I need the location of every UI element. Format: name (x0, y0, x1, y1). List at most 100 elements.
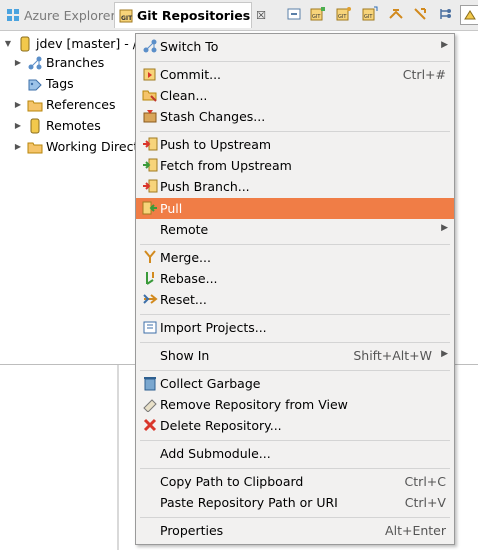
menu-shortcut: Ctrl+C (404, 474, 446, 489)
merge-icon (142, 249, 158, 265)
tree-item-label: References (46, 97, 116, 112)
menu-item-delete-repository[interactable]: Delete Repository... (136, 415, 454, 436)
repository-icon (17, 36, 33, 52)
menu-item-show-in[interactable]: Show In Shift+Alt+W ▶ (136, 345, 454, 366)
chevron-right-icon[interactable]: ▶ (13, 58, 23, 67)
link-with-editor-icon[interactable] (412, 6, 428, 22)
menu-shortcut: Shift+Alt+W (353, 348, 432, 363)
chevron-down-icon[interactable]: ▼ (3, 39, 13, 48)
menu-separator (140, 370, 450, 371)
view-menu-icon[interactable] (460, 5, 478, 25)
branches-icon (27, 55, 43, 71)
tree-item-label: Remotes (46, 118, 101, 133)
menu-item-label: Remote (160, 222, 209, 237)
folder-icon (27, 97, 43, 113)
menu-separator (140, 468, 450, 469)
svg-text:GIT: GIT (312, 14, 321, 20)
menu-item-label: Copy Path to Clipboard (160, 474, 304, 489)
commit-icon (142, 66, 158, 82)
remove-repository-icon (142, 396, 158, 412)
menu-item-rebase[interactable]: Rebase... (136, 268, 454, 289)
tab-git-repositories[interactable]: GIT Git Repositories ☒ (114, 2, 266, 28)
menu-item-merge[interactable]: Merge... (136, 247, 454, 268)
menu-separator (140, 440, 450, 441)
tree-item-label: Working Directo (46, 139, 147, 154)
push-upstream-icon (142, 136, 158, 152)
tree-item-label: Tags (46, 76, 74, 91)
menu-item-label: Clean... (160, 88, 208, 103)
menu-shortcut: Ctrl+# (402, 67, 446, 82)
menu-item-commit[interactable]: Commit... Ctrl+# (136, 64, 454, 85)
menu-separator (140, 342, 450, 343)
menu-item-label: Switch To (160, 39, 219, 54)
menu-item-switch-to[interactable]: Switch To ▶ (136, 36, 454, 57)
submenu-arrow-icon: ▶ (441, 349, 448, 359)
tree-item-working-directory[interactable]: ▶ Working Directo (13, 136, 146, 157)
rebase-icon (142, 270, 158, 286)
menu-item-collect-garbage[interactable]: Collect Garbage (136, 373, 454, 394)
menu-item-label: Pull (160, 201, 183, 216)
close-icon[interactable]: ☒ (256, 9, 266, 22)
menu-item-push-to-upstream[interactable]: Push to Upstream (136, 134, 454, 155)
chevron-right-icon[interactable]: ▶ (13, 100, 23, 109)
tab-azure-explorer[interactable]: Azure Explorer (2, 2, 116, 28)
chevron-right-icon[interactable]: ▶ (13, 142, 23, 151)
delete-icon (142, 417, 158, 433)
menu-item-copy-path[interactable]: Copy Path to Clipboard Ctrl+C (136, 471, 454, 492)
tree-item-remotes[interactable]: ▶ Remotes (13, 115, 101, 136)
menu-item-label: Commit... (160, 67, 222, 82)
menu-item-label: Import Projects... (160, 320, 267, 335)
tree-item-tags[interactable]: Tags (13, 73, 74, 94)
add-repository-icon[interactable]: GIT (310, 6, 326, 22)
context-menu: Switch To ▶ Commit... Ctrl+# Clean... St… (135, 33, 455, 545)
clone-repository-icon[interactable]: GIT (336, 6, 352, 22)
menu-item-add-submodule[interactable]: Add Submodule... (136, 443, 454, 464)
tree-item-references[interactable]: ▶ References (13, 94, 116, 115)
menu-item-push-branch[interactable]: Push Branch... (136, 176, 454, 197)
menu-item-label: Paste Repository Path or URI (160, 495, 338, 510)
tab-label: Azure Explorer (24, 7, 116, 23)
link-with-selection-icon[interactable] (388, 6, 404, 22)
collapse-all-icon[interactable] (286, 6, 302, 22)
menu-item-paste-repository-path[interactable]: Paste Repository Path or URI Ctrl+V (136, 492, 454, 513)
menu-item-remove-repository[interactable]: Remove Repository from View (136, 394, 454, 415)
menu-item-reset[interactable]: Reset... (136, 289, 454, 310)
menu-separator (140, 61, 450, 62)
menu-item-label: Push Branch... (160, 179, 250, 194)
svg-text:GIT: GIT (338, 14, 347, 20)
menu-item-fetch-from-upstream[interactable]: Fetch from Upstream (136, 155, 454, 176)
menu-shortcut: Ctrl+V (404, 495, 446, 510)
menu-item-label: Properties (160, 523, 224, 538)
menu-item-properties[interactable]: Properties Alt+Enter (136, 520, 454, 541)
tree-item-label: Branches (46, 55, 105, 70)
menu-item-clean[interactable]: Clean... (136, 85, 454, 106)
menu-item-label: Fetch from Upstream (160, 158, 292, 173)
menu-separator (140, 244, 450, 245)
svg-text:GIT: GIT (121, 15, 133, 22)
chevron-right-icon[interactable]: ▶ (13, 121, 23, 130)
menu-separator (140, 517, 450, 518)
menu-item-label: Collect Garbage (160, 376, 261, 391)
menu-item-import-projects[interactable]: Import Projects... (136, 317, 454, 338)
panel-divider[interactable] (117, 365, 119, 550)
menu-item-pull[interactable]: Pull (136, 198, 454, 219)
menu-item-label: Merge... (160, 250, 211, 265)
fetch-upstream-icon (142, 157, 158, 173)
tree-item-branches[interactable]: ▶ Branches (13, 52, 104, 73)
filter-icon[interactable] (438, 6, 454, 22)
menu-item-label: Stash Changes... (160, 109, 266, 124)
menu-item-label: Rebase... (160, 271, 218, 286)
clean-icon (142, 87, 158, 103)
menu-item-label: Delete Repository... (160, 418, 282, 433)
menu-item-stash-changes[interactable]: Stash Changes... (136, 106, 454, 127)
repository-node[interactable]: ▼ jdev [master] - /h (3, 33, 145, 54)
menu-item-remote[interactable]: Remote ▶ (136, 219, 454, 240)
git-repositories-icon: GIT (119, 8, 133, 24)
tab-label: Git Repositories (137, 8, 251, 23)
svg-text:GIT: GIT (364, 14, 373, 20)
create-repository-icon[interactable]: GIT (362, 6, 378, 22)
menu-item-label: Add Submodule... (160, 446, 271, 461)
menu-shortcut: Alt+Enter (385, 523, 446, 538)
repository-label: jdev [master] - /h (36, 36, 145, 51)
menu-item-label: Show In (160, 348, 210, 363)
